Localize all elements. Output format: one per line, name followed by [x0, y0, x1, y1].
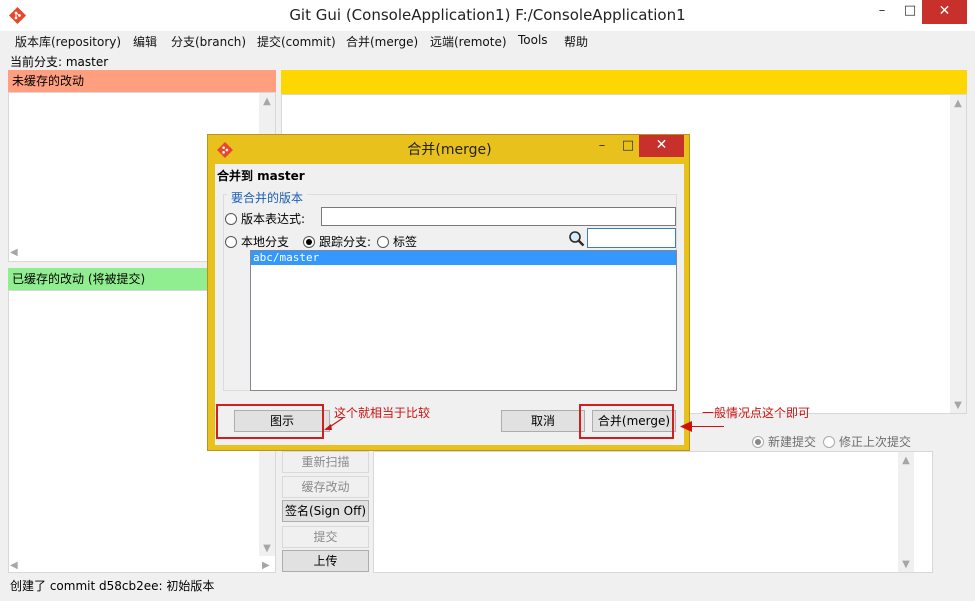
status-bar-text: 创建了 commit d58cb2ee: 初始版本 — [10, 579, 215, 593]
menu-tools[interactable]: Tools — [518, 33, 548, 47]
push-button[interactable]: 上传 — [282, 550, 369, 572]
menu-repository[interactable]: 版本库(repository) — [15, 33, 121, 50]
visualize-highlight-box — [216, 404, 324, 439]
merge-arrow-line — [688, 426, 724, 427]
commit-button[interactable]: 提交 — [282, 526, 369, 548]
unstaged-header: 未缓存的改动 — [8, 70, 276, 92]
revision-expression-radio[interactable] — [225, 212, 237, 225]
new-commit-radio[interactable] — [752, 435, 764, 448]
branch-list-item-selected[interactable]: abc/master — [251, 251, 676, 265]
menu-remote[interactable]: 远端(remote) — [430, 33, 507, 50]
scroll-down-icon[interactable]: ▼ — [950, 400, 966, 411]
revision-expression-label: 版本表达式: — [241, 212, 306, 226]
merge-target-label: 合并到 master — [217, 169, 305, 183]
branch-list[interactable]: abc/master — [250, 250, 677, 391]
unstaged-header-label: 未缓存的改动 — [12, 74, 85, 88]
diff-scrollbar[interactable]: ▲ ▼ — [950, 95, 966, 413]
stage-changes-button[interactable]: 缓存改动 — [282, 476, 369, 498]
cancel-button[interactable]: 取消 — [501, 410, 585, 432]
merge-annotation: 一般情况点这个即可 — [702, 406, 811, 420]
commit-message-scrollbar[interactable]: ▲ ▼ — [898, 452, 914, 572]
diff-header — [281, 70, 967, 94]
scroll-up-icon[interactable]: ▲ — [950, 98, 966, 109]
menu-merge[interactable]: 合并(merge) — [346, 33, 418, 50]
window-title: Git Gui (ConsoleApplication1) F:/Console… — [289, 6, 686, 24]
dialog-close-button[interactable]: ✕ — [639, 135, 684, 157]
scroll-down-icon[interactable]: ▼ — [898, 559, 914, 570]
tracking-branch-label: 跟踪分支: — [319, 235, 372, 249]
rescan-button[interactable]: 重新扫描 — [282, 451, 369, 473]
commit-message-input[interactable] — [373, 451, 933, 573]
new-commit-label: 新建提交 — [768, 435, 817, 449]
tracking-branch-radio[interactable] — [303, 235, 315, 248]
visualize-annotation: 这个就相当于比较 — [334, 406, 431, 420]
scroll-right-icon[interactable]: ▶ — [262, 560, 270, 571]
amend-option[interactable]: 修正上次提交 — [823, 433, 911, 450]
amend-radio[interactable] — [823, 435, 835, 448]
merge-dialog-body: 合并到 master 要合并的版本 版本表达式: 本地分支 跟踪分支: 标签 a… — [215, 164, 684, 445]
tag-option[interactable]: 标签 — [377, 233, 417, 250]
scroll-up-icon[interactable]: ▲ — [898, 455, 914, 466]
current-branch-label: 当前分支: master — [10, 55, 109, 69]
magnifier-icon[interactable] — [568, 230, 585, 247]
tag-label: 标签 — [393, 235, 418, 249]
scroll-down-icon[interactable]: ▼ — [259, 543, 275, 554]
title-bar: Git Gui (ConsoleApplication1) F:/Console… — [0, 0, 975, 31]
local-branch-label: 本地分支 — [241, 235, 290, 249]
revision-expression-input[interactable] — [321, 207, 676, 226]
menu-commit[interactable]: 提交(commit) — [257, 33, 336, 50]
scroll-left-icon[interactable]: ◀ — [10, 560, 18, 571]
tracking-branch-option[interactable]: 跟踪分支: — [303, 233, 371, 250]
menu-edit[interactable]: 编辑 — [133, 33, 157, 50]
merge-highlight-box — [579, 404, 674, 439]
amend-label: 修正上次提交 — [839, 435, 912, 449]
sign-off-button[interactable]: 签名(Sign Off) — [282, 500, 369, 522]
menu-branch[interactable]: 分支(branch) — [171, 33, 246, 50]
local-branch-option[interactable]: 本地分支 — [225, 233, 289, 250]
visualize-arrow-icon — [324, 417, 344, 430]
menu-help[interactable]: 帮助 — [564, 33, 588, 50]
scroll-left-icon[interactable]: ◀ — [10, 247, 18, 258]
revision-expression-option[interactable]: 版本表达式: — [225, 210, 305, 227]
close-button[interactable]: ✕ — [922, 0, 967, 24]
new-commit-option[interactable]: 新建提交 — [752, 433, 816, 450]
revision-group-label: 要合并的版本 — [227, 189, 308, 206]
merge-arrow-icon — [680, 421, 692, 432]
menu-bar: 版本库(repository) 编辑 分支(branch) 提交(commit)… — [0, 31, 975, 51]
tag-radio[interactable] — [377, 235, 389, 248]
scroll-up-icon[interactable]: ▲ — [259, 96, 275, 107]
local-branch-radio[interactable] — [225, 235, 237, 248]
branch-filter-input[interactable] — [587, 228, 676, 248]
